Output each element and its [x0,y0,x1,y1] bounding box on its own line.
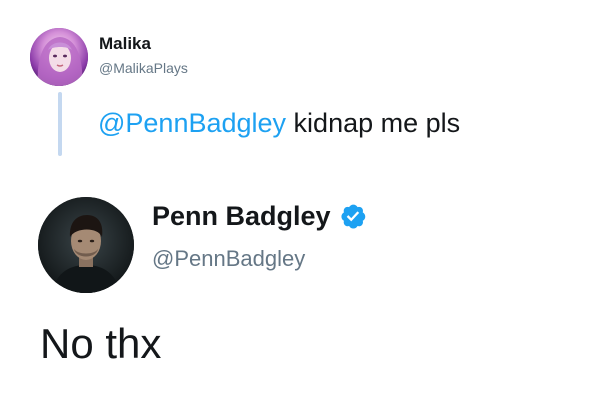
author-handle[interactable]: @MalikaPlays [99,60,188,76]
author-name[interactable]: Malika [99,34,151,54]
tweet-text-body: kidnap me pls [286,108,461,138]
mention-link[interactable]: @PennBadgley [98,108,286,138]
reply-tweet[interactable]: Penn Badgley @PennBadgley No thx [0,180,600,401]
avatar[interactable] [38,197,134,293]
avatar[interactable] [30,28,88,86]
avatar-image [38,197,134,293]
avatar-image [30,28,88,86]
verified-badge-icon [339,202,367,230]
thread-connector-line [58,92,62,156]
author-name-row: Penn Badgley [152,202,367,230]
author-handle[interactable]: @PennBadgley [152,248,305,270]
author-name[interactable]: Penn Badgley [152,202,331,230]
tweet-text: No thx [40,320,162,367]
quoted-tweet[interactable]: Malika @MalikaPlays @PennBadgley kidnap … [0,0,600,170]
tweet-text: @PennBadgley kidnap me pls [98,110,460,137]
